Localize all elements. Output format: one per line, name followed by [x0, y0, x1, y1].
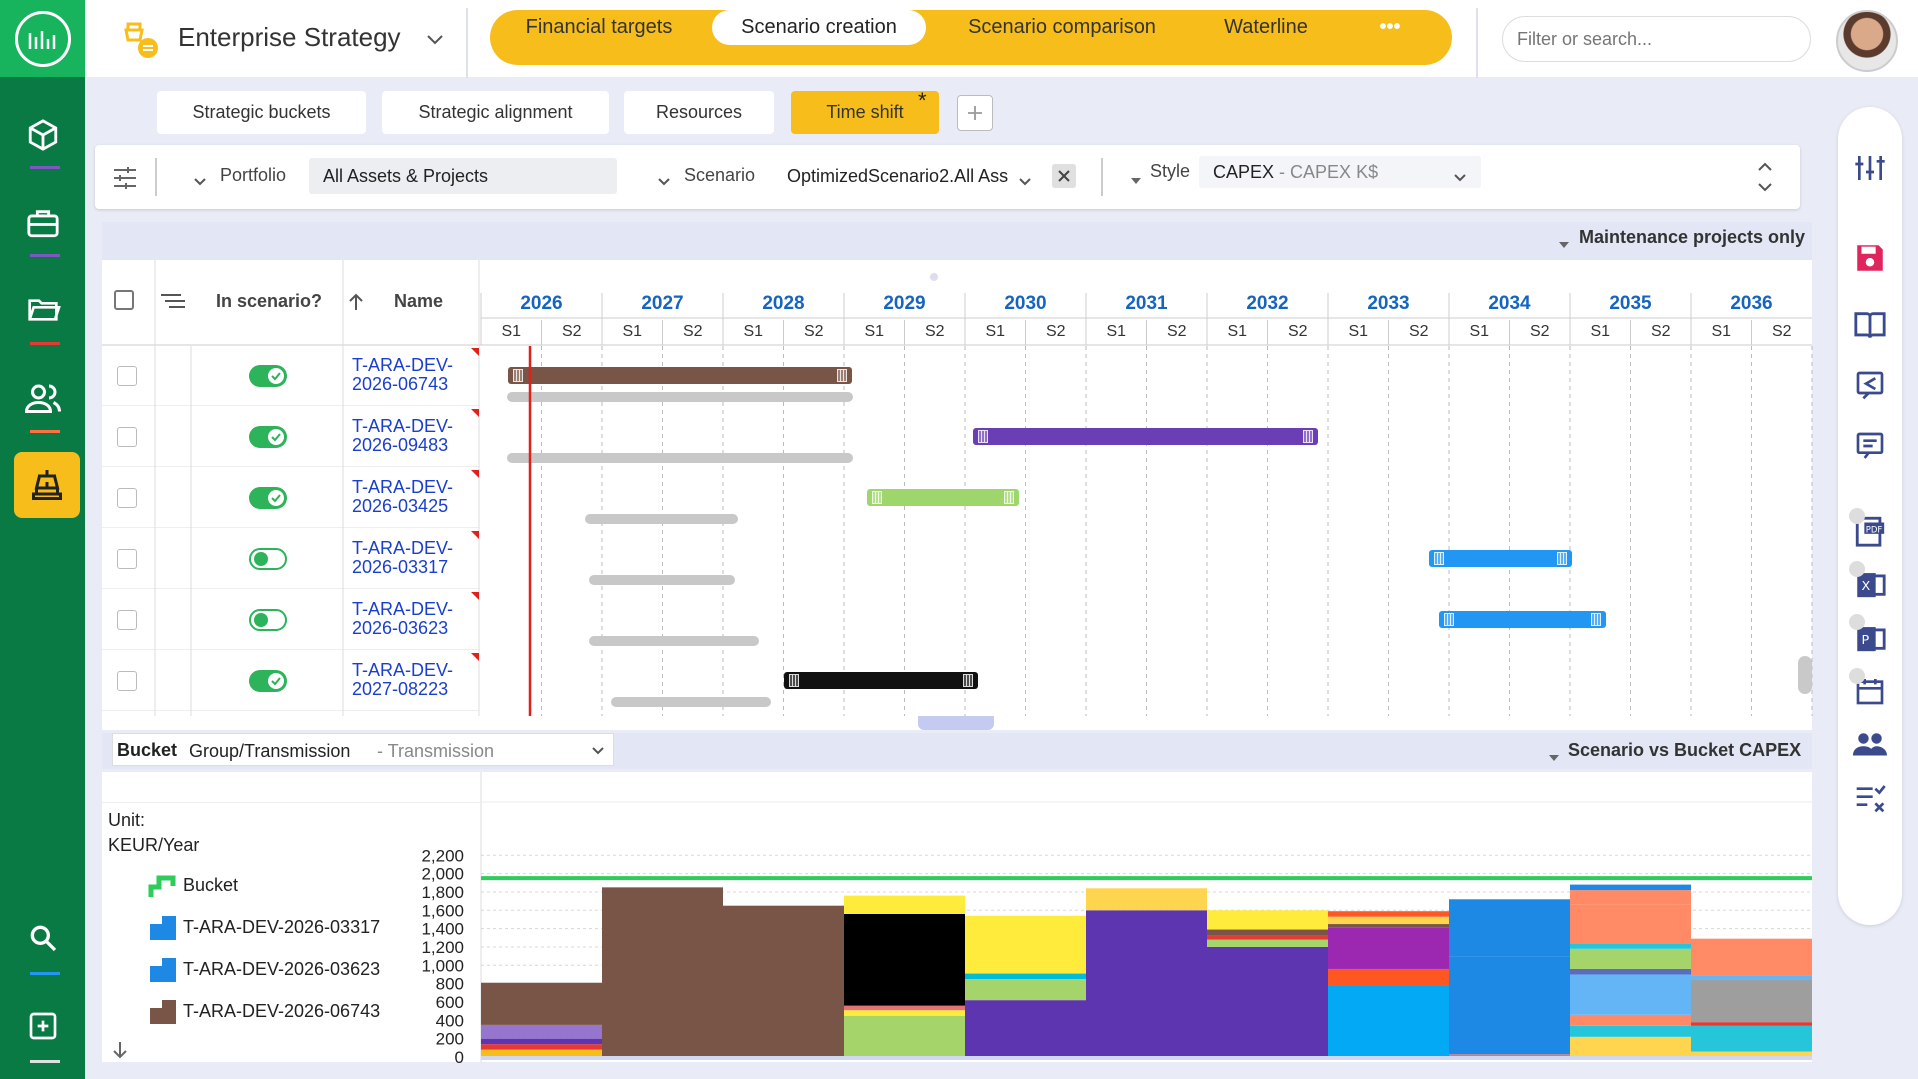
bar-segment: [965, 915, 1086, 974]
bar-segment: [1207, 946, 1328, 1057]
bar-segment: [965, 979, 1086, 1001]
bar-segment: [1691, 1022, 1812, 1026]
bar-segment: [723, 905, 844, 1057]
bar-segment: [1328, 916, 1449, 925]
y-tick-label: 1,400: [421, 920, 464, 939]
bar-segment: [1086, 910, 1207, 1057]
bar-segment: [1207, 935, 1328, 940]
bar-segment: [844, 1015, 965, 1057]
bar-segment: [1570, 1014, 1691, 1026]
bar-segment: [965, 973, 1086, 980]
y-tick-label: 400: [436, 1011, 464, 1030]
bar-segment: [844, 1010, 965, 1016]
y-tick-label: 1,200: [421, 938, 464, 957]
y-tick-label: 1,600: [421, 901, 464, 920]
chart-scrollbar: [481, 1056, 1812, 1060]
bar-segment: [1449, 956, 1570, 1055]
bar-segment: [1570, 974, 1691, 1015]
bar-segment: [1691, 1025, 1812, 1052]
bar-segment: [481, 1049, 602, 1057]
bar-segment: [1570, 1025, 1691, 1037]
bar-segment: [844, 895, 965, 914]
y-tick-label: 800: [436, 975, 464, 994]
bar-segment: [1328, 924, 1449, 928]
y-tick-label: 2,000: [421, 865, 464, 884]
bar-segment: [602, 887, 723, 1057]
bar-segment: [481, 1024, 602, 1039]
bar-segment: [844, 913, 965, 1006]
bar-segment: [1207, 929, 1328, 936]
y-tick-label: 0: [455, 1048, 464, 1067]
capex-chart: 02004006008001,0001,2001,4001,6001,8002,…: [421, 772, 1812, 1067]
bar-segment: [1691, 975, 1812, 980]
y-tick-label: 2,200: [421, 846, 464, 865]
bar-segment: [1570, 948, 1691, 969]
bar-segment: [1570, 1036, 1691, 1057]
bar-segment: [1570, 904, 1691, 944]
y-tick-label: 200: [436, 1030, 464, 1049]
bar-segment: [844, 1005, 965, 1011]
y-tick-label: 1,000: [421, 956, 464, 975]
y-tick-label: 1,800: [421, 883, 464, 902]
bar-segment: [1207, 910, 1328, 930]
bar-segment: [1449, 899, 1570, 957]
bar-segment: [965, 1000, 1086, 1057]
y-tick-label: 600: [436, 993, 464, 1012]
bar-segment: [1570, 884, 1691, 891]
bar-segment: [1570, 890, 1691, 905]
bar-segment: [1086, 888, 1207, 911]
bar-segment: [481, 982, 602, 1025]
bar-segment: [481, 1044, 602, 1050]
bar-segment: [1328, 968, 1449, 986]
bar-segment: [1207, 939, 1328, 947]
bar-segment: [481, 1038, 602, 1045]
bar-segment: [1691, 938, 1812, 976]
bar-segment: [1328, 927, 1449, 969]
bar-segment: [1570, 943, 1691, 949]
bar-segment: [1328, 911, 1449, 917]
bar-segment: [1691, 979, 1812, 1023]
bar-segment: [1570, 968, 1691, 975]
bar-segment: [1328, 985, 1449, 1057]
